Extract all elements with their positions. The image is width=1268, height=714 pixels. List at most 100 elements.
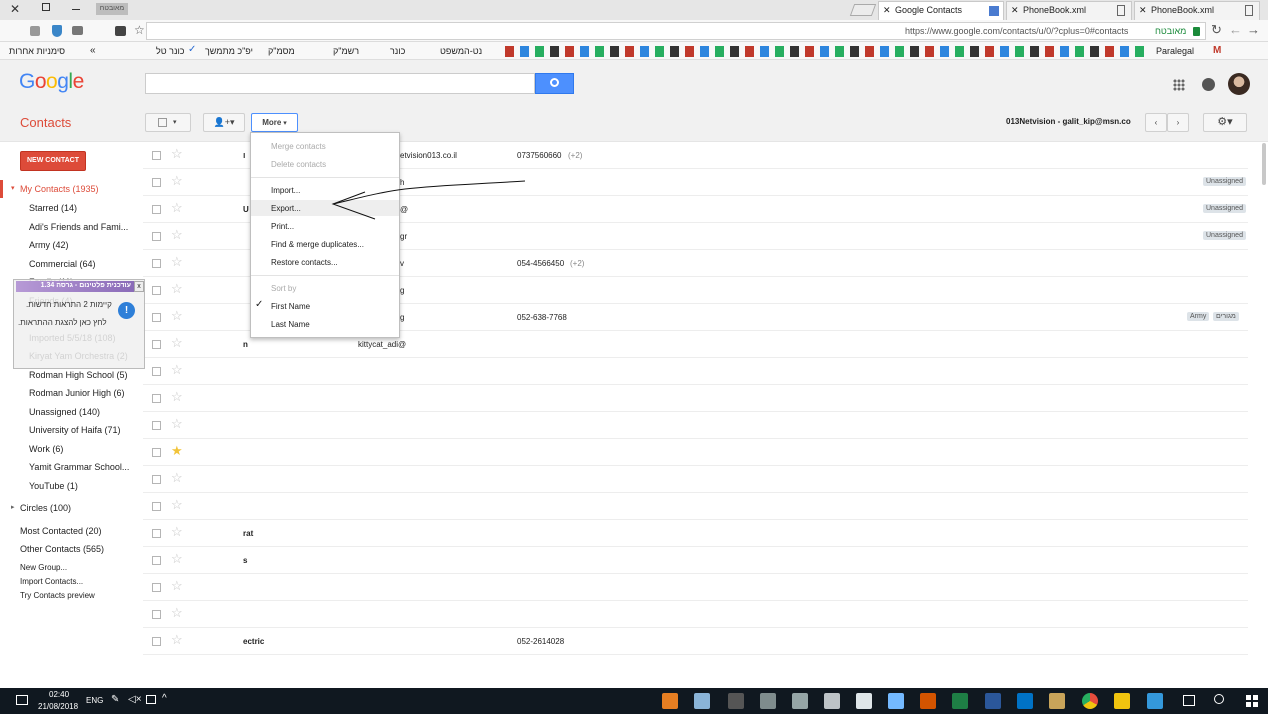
sidebar-group-item[interactable]: Work (6) [29,444,63,454]
search-button[interactable] [535,73,574,94]
expand-triangle-icon[interactable]: ▾ [11,184,15,192]
star-icon[interactable]: ☆ [171,201,183,215]
search-icon[interactable] [1214,694,1224,704]
star-icon[interactable]: ☆ [171,498,183,512]
powerpoint-icon[interactable] [920,693,936,709]
bookmark-item[interactable]: רשמ"ק [333,46,359,56]
bookmark-item[interactable]: יפ"כ מתמשך [205,46,253,56]
star-icon[interactable]: ☆ [171,417,183,431]
menu-sort-last-name[interactable]: Last Name [271,320,310,329]
extension-icon[interactable] [30,26,40,36]
contact-name[interactable]: U [243,205,249,214]
collapse-triangle-icon[interactable]: ▸ [11,503,15,511]
row-checkbox[interactable] [152,583,161,592]
sidebar-item-my-contacts[interactable]: My Contacts (1935) [20,184,99,194]
row-checkbox[interactable] [152,637,161,646]
table-row[interactable]: ☆ [143,358,1248,385]
edge-icon[interactable] [1147,693,1163,709]
menu-find-merge-duplicates[interactable]: Find & merge duplicates... [271,240,364,249]
table-row[interactable]: ☆ s [143,547,1248,574]
new-contact-button[interactable]: NEW CONTACT [20,151,86,171]
row-checkbox[interactable] [152,340,161,349]
sidebar-group-item[interactable]: YouTube (1) [29,481,78,491]
menu-export[interactable]: Export... [271,204,301,213]
list-scrollbar[interactable] [1262,143,1266,185]
row-checkbox[interactable] [152,610,161,619]
menu-sort-first-name[interactable]: First Name [271,302,310,311]
star-icon[interactable]: ☆ [171,579,183,593]
row-checkbox[interactable] [152,475,161,484]
folder-icon[interactable] [1114,693,1130,709]
star-icon[interactable]: ☆ [171,255,183,269]
google-logo[interactable]: Google [19,70,84,94]
url-field[interactable]: https://www.google.com/contacts/u/0/?cpl… [146,22,1206,40]
page-title[interactable]: Contacts [20,115,71,130]
search-input[interactable] [145,73,535,94]
try-preview-link[interactable]: Try Contacts preview [20,591,95,600]
task-view-icon[interactable] [1183,695,1195,706]
row-checkbox[interactable] [152,556,161,565]
bookmark-paralegal[interactable]: Paralegal [1156,46,1194,56]
star-icon[interactable]: ☆ [171,282,183,296]
tray-expand-icon[interactable]: ^ [162,693,167,704]
bookmark-overflow-icon[interactable]: « [90,45,96,56]
bookmark-other[interactable]: סימניות אחרות [9,46,65,56]
add-to-group-button[interactable]: 👤+▾ [203,113,245,132]
star-icon[interactable]: ☆ [171,525,183,539]
prev-page-button[interactable]: ‹ [1145,113,1167,132]
windows-start-icon[interactable] [1246,695,1258,707]
new-tab-button[interactable] [849,4,877,16]
table-row[interactable]: ☆ [143,466,1248,493]
minimize-window-icon[interactable] [72,9,80,10]
star-icon[interactable]: ☆ [171,228,183,242]
bookmark-item[interactable]: כונר [390,46,405,56]
group-badge[interactable]: Unassigned [1203,177,1246,186]
paint-icon[interactable] [760,693,776,709]
explorer-icon[interactable] [824,693,840,709]
input-language[interactable]: ENG [86,696,103,705]
row-checkbox[interactable] [152,448,161,457]
notification-popup[interactable]: עודכנית פלטינום - גרסה 1.34 x קיימות 2 ה… [13,279,145,369]
sidebar-group-item[interactable]: Commercial (64) [29,259,96,269]
pocket-icon[interactable] [115,26,126,36]
star-icon[interactable]: ★ [171,444,183,458]
gmail-icon[interactable]: M [1213,45,1221,56]
table-row[interactable]: ☆ ectric 052-2614028 [143,628,1248,655]
sidebar-group-item[interactable]: Rodman Junior High (6) [29,388,125,398]
new-group-link[interactable]: New Group... [20,563,67,572]
star-icon[interactable]: ☆ [171,147,183,161]
contact-name[interactable]: s [243,556,247,565]
table-row[interactable]: ☆ [143,574,1248,601]
word-icon[interactable] [985,693,1001,709]
sidebar-item-most-contacted[interactable]: Most Contacted (20) [20,526,102,536]
sidebar-item-other-contacts[interactable]: Other Contacts (565) [20,544,104,554]
table-row[interactable]: ★ [143,439,1248,466]
tab-close-icon[interactable]: ✕ [883,2,891,19]
menu-import[interactable]: Import... [271,186,300,195]
row-checkbox[interactable] [152,394,161,403]
star-icon[interactable]: ☆ [171,606,183,620]
star-icon[interactable]: ☆ [171,363,183,377]
camera-icon[interactable] [72,26,83,35]
row-checkbox[interactable] [152,178,161,187]
pen-icon[interactable]: ✎ [111,694,119,705]
tab-close-icon[interactable]: ✕ [1011,2,1019,19]
contact-name[interactable]: rat [243,529,253,538]
row-checkbox[interactable] [152,421,161,430]
table-row[interactable]: ☆ [143,385,1248,412]
group-badge[interactable]: Unassigned [1203,231,1246,240]
settings-button[interactable]: ⚙▾ [1203,113,1247,132]
row-checkbox[interactable] [152,313,161,322]
bookmark-item[interactable]: כונר טל [156,46,185,56]
tab-google-contacts[interactable]: ✕ Google Contacts [878,1,1004,20]
more-button[interactable]: More ▾ [251,113,298,132]
row-checkbox[interactable] [152,286,161,295]
sidebar-group-item[interactable]: University of Haifa (71) [29,425,121,435]
row-checkbox[interactable] [152,367,161,376]
row-checkbox[interactable] [152,232,161,241]
star-icon[interactable]: ☆ [171,336,183,350]
star-icon[interactable]: ☆ [171,390,183,404]
row-checkbox[interactable] [152,151,161,160]
table-row[interactable]: ☆ [143,601,1248,628]
sidebar-group-item[interactable]: Rodman High School (5) [29,370,128,380]
